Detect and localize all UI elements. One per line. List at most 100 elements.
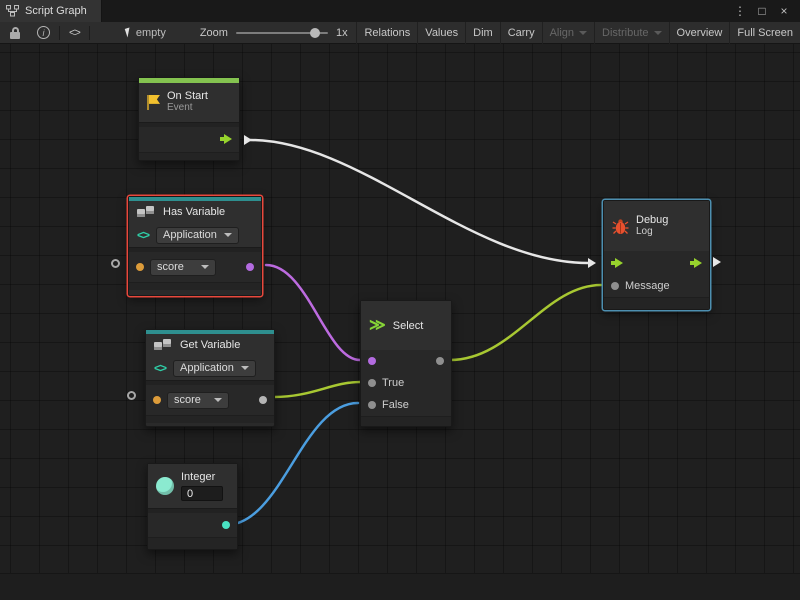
port-label: Message: [625, 280, 670, 292]
node-select[interactable]: ≫ Select True False: [360, 300, 452, 427]
chevron-down-icon: [654, 31, 662, 35]
flow-input-port[interactable]: [611, 258, 623, 268]
chevron-down-icon: [241, 366, 249, 370]
flow-output-port[interactable]: [690, 258, 702, 268]
integer-value-field[interactable]: 0: [181, 486, 223, 501]
wire-select-to-debuglog-message[interactable]: [450, 285, 601, 360]
chevron-down-icon: [214, 398, 222, 402]
toolbar-divider: [59, 26, 60, 40]
maximize-icon[interactable]: □: [754, 4, 770, 18]
wire-hasvariable-to-select-condition[interactable]: [266, 265, 360, 360]
variable-name-dropdown[interactable]: score: [150, 259, 216, 276]
node-debug-log[interactable]: Debug Log Message: [603, 200, 710, 310]
toolbar-divider: [89, 26, 90, 40]
relations-button[interactable]: Relations: [356, 22, 417, 44]
flow-output-port[interactable]: [220, 134, 232, 144]
tab-script-graph[interactable]: Script Graph: [0, 0, 102, 22]
scope-dropdown[interactable]: Application: [156, 227, 239, 244]
port-row: True: [361, 372, 451, 394]
wire-onstart-to-debuglog[interactable]: [250, 140, 588, 263]
message-input-port[interactable]: [611, 282, 619, 290]
select-arrows-icon: ≫: [369, 318, 386, 334]
port-row: False: [361, 394, 451, 416]
node-title: Get Variable: [180, 339, 240, 351]
node-subheader: <> Application: [129, 223, 261, 247]
variable-boxes-icon: [154, 338, 173, 352]
selection-output-port[interactable]: [436, 357, 444, 365]
info-icon: i: [37, 26, 50, 39]
port-row: Message: [604, 275, 709, 297]
node-header: On Start Event: [139, 83, 239, 122]
condition-input-port[interactable]: [368, 357, 376, 365]
wire-start-arrow-icon: [244, 135, 252, 145]
chevron-down-icon: [201, 265, 209, 269]
port-row: [361, 350, 451, 372]
node-title: Select: [393, 320, 424, 332]
script-graph-window: Script Graph ⋮ □ × i <> empty Zoom: [0, 0, 800, 600]
zoom-value: 1x: [336, 27, 348, 39]
zoom-control: Zoom 1x: [200, 27, 348, 39]
node-title: Integer: [181, 471, 223, 483]
integer-icon: [156, 477, 174, 495]
node-subtitle: Event: [167, 102, 208, 114]
graph-icon: [6, 5, 19, 17]
node-header: ≫ Select: [361, 301, 451, 350]
menu-icon[interactable]: ⋮: [732, 4, 748, 18]
lock-button[interactable]: [0, 22, 30, 44]
node-on-start[interactable]: On Start Event: [138, 77, 240, 161]
zoom-slider[interactable]: [236, 32, 328, 34]
close-icon[interactable]: ×: [776, 4, 792, 18]
values-button[interactable]: Values: [417, 22, 465, 44]
code-view-button[interactable]: <>: [62, 22, 87, 44]
value-output-port[interactable]: [259, 396, 267, 404]
port-row: score: [129, 252, 261, 282]
chevron-down-icon: [224, 233, 232, 237]
graph-toolbar: i <> empty Zoom 1x Relations Values Dim …: [0, 22, 800, 44]
carry-button[interactable]: Carry: [500, 22, 542, 44]
false-input-port[interactable]: [368, 401, 376, 409]
node-title: On Start: [167, 90, 208, 102]
port-row: [604, 251, 709, 275]
graph-canvas[interactable]: On Start Event Has Variable <> Applicati…: [0, 44, 800, 600]
port-row: [148, 513, 237, 537]
name-input-port[interactable]: [153, 396, 161, 404]
chevron-down-icon: [579, 31, 587, 35]
selection-status: empty: [126, 27, 166, 39]
full-screen-button[interactable]: Full Screen: [729, 22, 800, 44]
integer-output-port[interactable]: [222, 521, 230, 529]
zoom-slider-knob[interactable]: [310, 28, 320, 38]
variable-name-dropdown[interactable]: score: [167, 392, 229, 409]
port-row: [139, 127, 239, 152]
bug-icon: [612, 218, 629, 235]
flag-icon: [147, 95, 160, 110]
dim-button[interactable]: Dim: [465, 22, 500, 44]
zoom-label: Zoom: [200, 27, 228, 39]
unconnected-object-port[interactable]: [111, 259, 120, 268]
wire-getvariable-to-select-true[interactable]: [274, 382, 360, 397]
node-has-variable[interactable]: Has Variable <> Application score: [128, 196, 262, 296]
code-icon: <>: [137, 228, 149, 242]
node-subtitle: Log: [636, 226, 668, 238]
selection-status-label: empty: [136, 27, 166, 39]
port-label: True: [382, 377, 404, 389]
bool-output-port[interactable]: [246, 263, 254, 271]
name-input-port[interactable]: [136, 263, 144, 271]
align-button[interactable]: Align: [542, 22, 594, 44]
node-header: Get Variable: [146, 334, 274, 356]
cursor-icon: [125, 27, 133, 37]
node-header: Has Variable: [129, 201, 261, 223]
port-label: False: [382, 399, 409, 411]
scope-dropdown[interactable]: Application: [173, 360, 256, 377]
node-title: Has Variable: [163, 206, 225, 218]
inspect-button[interactable]: i: [30, 22, 57, 44]
node-footer: [146, 415, 274, 423]
lock-icon: [7, 27, 23, 39]
node-integer[interactable]: Integer 0: [147, 463, 238, 550]
overview-button[interactable]: Overview: [669, 22, 730, 44]
node-get-variable[interactable]: Get Variable <> Application score: [145, 329, 275, 427]
unconnected-object-port[interactable]: [127, 391, 136, 400]
distribute-button[interactable]: Distribute: [594, 22, 668, 44]
node-footer: [148, 537, 237, 549]
code-icon: <>: [69, 27, 80, 39]
true-input-port[interactable]: [368, 379, 376, 387]
